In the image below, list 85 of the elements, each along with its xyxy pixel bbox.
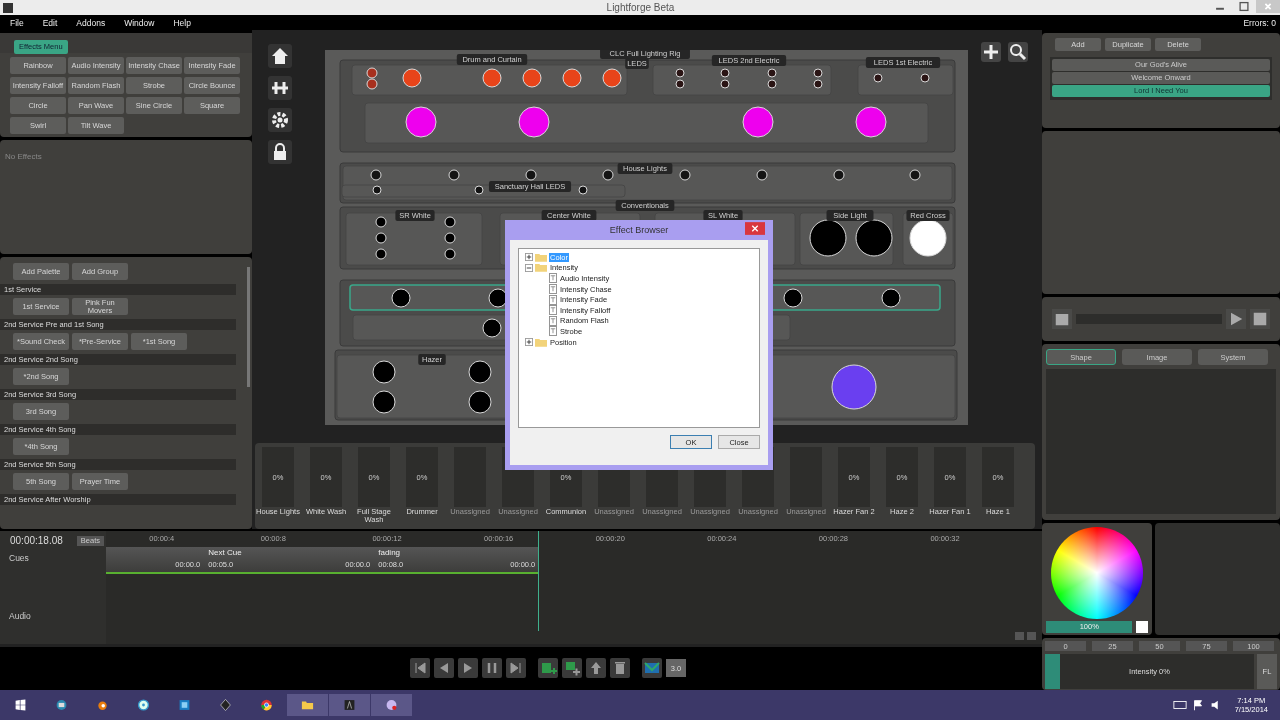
app-icon [3, 2, 13, 13]
fixture[interactable] [375, 232, 387, 244]
add-cue-icon[interactable] [562, 658, 582, 679]
app-icon[interactable] [329, 694, 370, 716]
fixture[interactable] [375, 216, 387, 228]
menu-item[interactable]: Addons [76, 17, 106, 28]
skip-back-icon[interactable] [410, 658, 430, 679]
empty-message: No Effects [5, 152, 42, 161]
cue-name: fading [378, 548, 401, 557]
play-icon[interactable] [458, 658, 478, 679]
folder-icon [535, 263, 547, 273]
fixture[interactable] [372, 360, 396, 384]
keyboard-icon[interactable] [1172, 698, 1187, 712]
fixture[interactable] [833, 169, 845, 181]
fixture[interactable] [488, 288, 508, 308]
dialog-title: Effect Browser [609, 225, 669, 235]
fixture[interactable] [783, 288, 803, 308]
window-title: Lightforge Beta [605, 2, 676, 13]
fixture[interactable] [909, 219, 947, 257]
fixture[interactable] [372, 390, 396, 414]
fixture[interactable] [813, 79, 823, 89]
expander-icon[interactable] [525, 263, 533, 272]
fixture[interactable] [809, 219, 847, 257]
scrollbar[interactable] [247, 267, 250, 387]
menu-item[interactable]: Help [173, 17, 191, 28]
fixture[interactable] [813, 68, 823, 78]
fixture[interactable] [525, 169, 537, 181]
home-icon[interactable] [268, 44, 292, 68]
fixture[interactable] [482, 318, 502, 338]
pause-icon[interactable] [482, 658, 502, 679]
fixture[interactable] [767, 68, 777, 78]
cue-name: Next Cue [208, 548, 242, 557]
fixture[interactable] [767, 79, 777, 89]
fixture[interactable] [720, 68, 730, 78]
fixture[interactable] [720, 79, 730, 89]
fixture[interactable] [391, 288, 411, 308]
lock-icon[interactable] [268, 140, 292, 164]
fixture[interactable] [578, 185, 588, 195]
search-icon[interactable] [1008, 42, 1028, 62]
folder-icon[interactable] [287, 694, 328, 716]
fixture[interactable] [602, 169, 614, 181]
add-cue-icon[interactable] [538, 658, 558, 679]
play-icon[interactable] [1226, 309, 1246, 329]
menu-item[interactable]: Window [124, 17, 155, 28]
media-icon[interactable] [1052, 309, 1072, 329]
trash-icon[interactable] [610, 658, 630, 679]
menu-item[interactable]: File [10, 17, 24, 28]
track-label: Audio [9, 611, 31, 621]
fixture[interactable] [370, 169, 382, 181]
fixture[interactable] [756, 169, 768, 181]
stop-icon[interactable] [1250, 309, 1270, 329]
fixture[interactable] [444, 248, 456, 260]
fixture[interactable] [873, 73, 883, 83]
fixture[interactable] [855, 219, 893, 257]
fixture[interactable] [675, 68, 685, 78]
skip-forward-icon[interactable] [506, 658, 526, 679]
envelope-icon[interactable] [642, 658, 662, 679]
fixture[interactable] [448, 169, 460, 181]
fixture[interactable] [375, 248, 387, 260]
fixture[interactable] [920, 73, 930, 83]
palette-icon[interactable] [371, 694, 412, 716]
close-icon[interactable] [745, 222, 765, 235]
expander-icon[interactable] [525, 338, 533, 347]
color-swatch[interactable] [1136, 621, 1148, 633]
track-label: Cues [9, 553, 29, 563]
timecode: 00:00:18.08 [10, 535, 63, 546]
expander-icon[interactable] [525, 253, 533, 262]
settings-icon[interactable] [268, 108, 292, 132]
fixture[interactable] [881, 288, 901, 308]
menu-item[interactable]: Edit [42, 17, 58, 28]
fixture[interactable] [444, 232, 456, 244]
fixture[interactable] [444, 216, 456, 228]
fixture[interactable] [679, 169, 691, 181]
add-icon[interactable] [981, 42, 1001, 62]
fixture[interactable] [909, 169, 921, 181]
folder-icon [535, 252, 547, 262]
fixture[interactable] [372, 185, 382, 195]
previous-icon[interactable] [434, 658, 454, 679]
fixture[interactable] [468, 390, 492, 414]
error-count: Errors: 0 [1243, 17, 1276, 28]
fixture[interactable] [474, 185, 484, 195]
fixture[interactable] [468, 360, 492, 384]
align-icon[interactable] [268, 76, 292, 100]
folder-icon [535, 337, 547, 347]
fixture[interactable] [675, 79, 685, 89]
